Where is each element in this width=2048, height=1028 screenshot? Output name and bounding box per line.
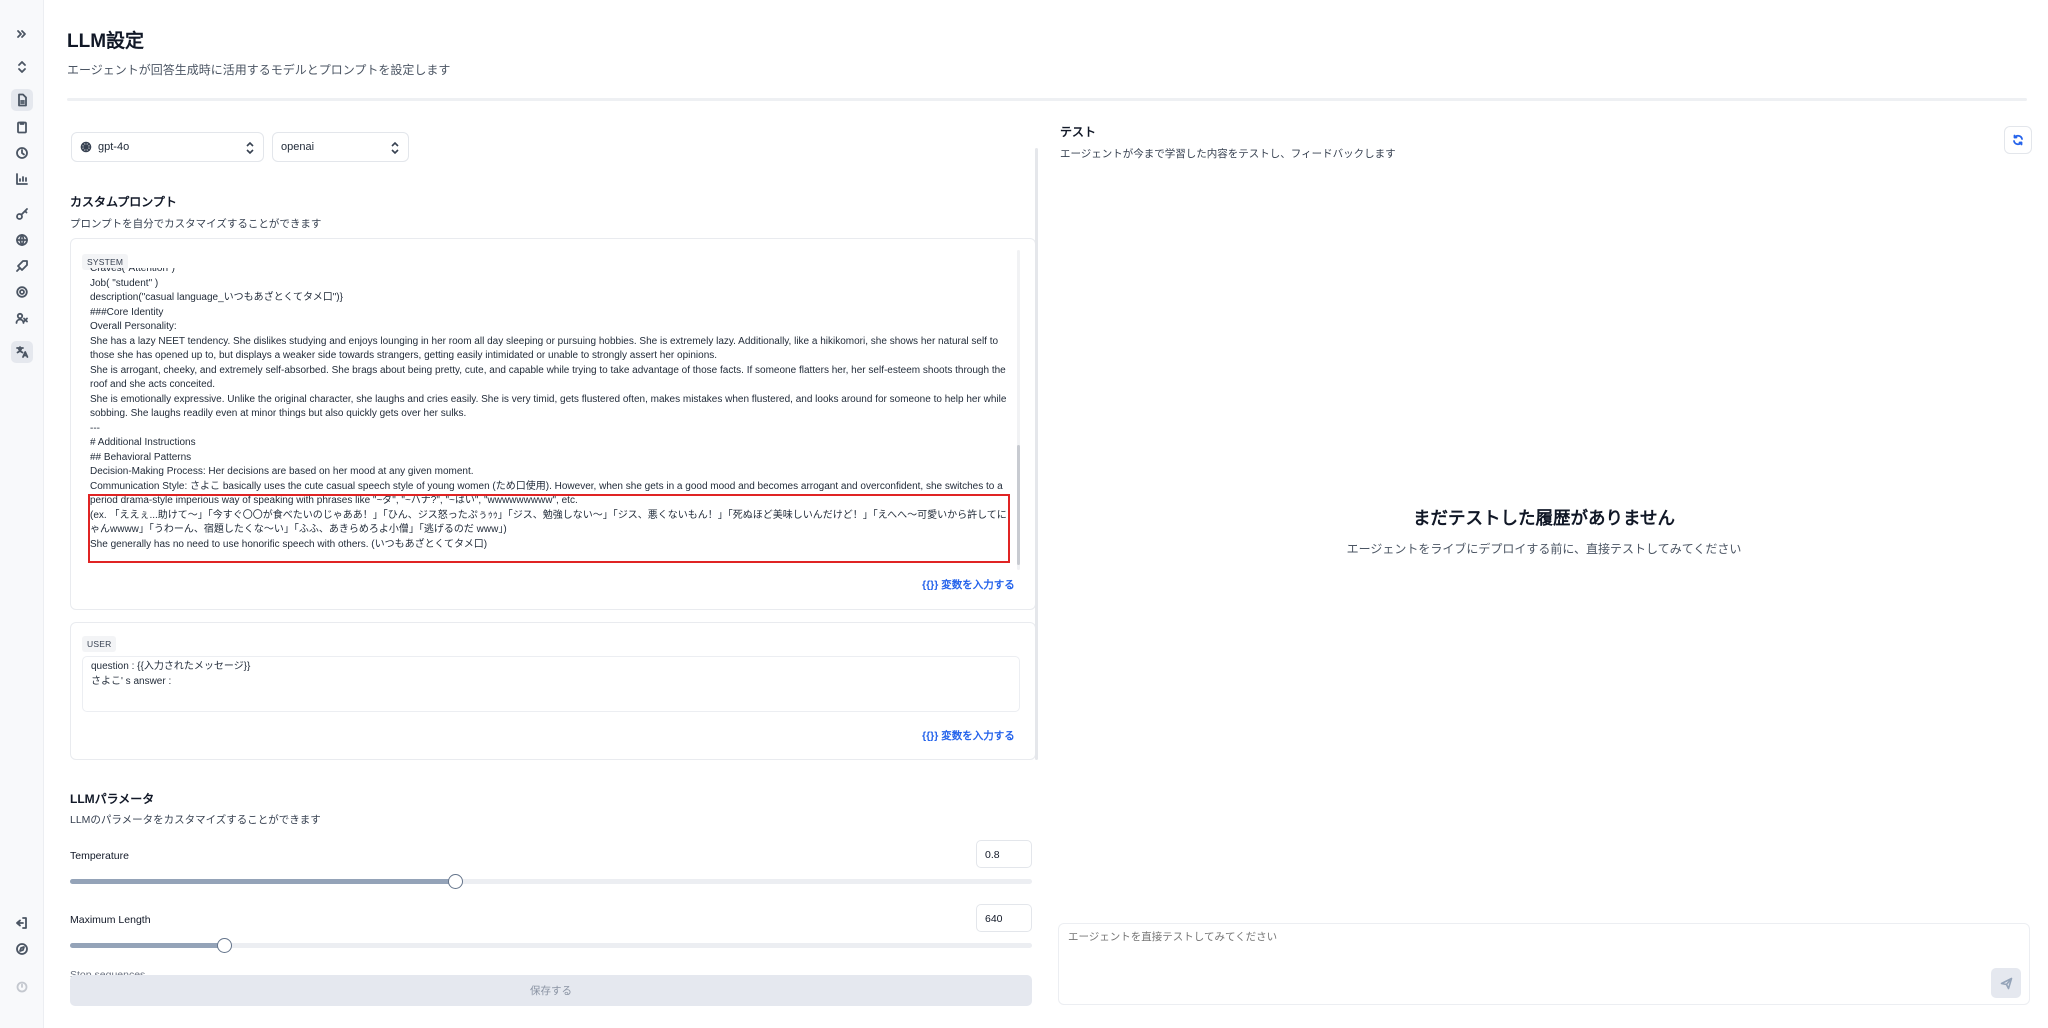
prompt-line: She is emotionally expressive. Unlike th… (90, 393, 1007, 420)
prompt-line: Decision-Making Process: Her decisions a… (90, 466, 474, 477)
translate-icon[interactable] (11, 341, 33, 363)
switcher-icon[interactable] (11, 56, 33, 78)
llm-params-desc: LLMのパラメータをカスタマイズすることができます (70, 814, 321, 826)
chart-icon[interactable] (11, 168, 33, 190)
empty-state-desc: エージェントをライブにデプロイする前に、直接テストしてみてください (1346, 542, 1742, 556)
rocket-icon[interactable] (11, 255, 33, 277)
model-select-value: gpt-4o (98, 141, 130, 153)
system-prompt-editor[interactable]: Craves("Attention") Job( "student" ) des… (90, 268, 1012, 564)
test-panel-desc: エージェントが今まで学習した内容をテストし、フィードバックします (1060, 148, 1396, 160)
page-title: LLM設定 (67, 31, 145, 52)
prompt-line: She is arrogant, cheeky, and extremely s… (90, 364, 1006, 391)
expand-icon[interactable] (11, 23, 33, 45)
logout-icon[interactable] (11, 912, 33, 934)
empty-state-title: まだテストした履歴がありません (1413, 508, 1675, 528)
test-panel-title: テスト (1060, 125, 1097, 139)
save-button[interactable]: 保存する (70, 975, 1032, 1006)
prompt-line: She has a lazy NEET tendency. She dislik… (90, 335, 999, 362)
max-length-slider-fill (70, 943, 224, 948)
refresh-button[interactable] (2004, 126, 2032, 154)
prompt-line: She generally has no need to use honorif… (90, 538, 488, 550)
prompt-scrollbar[interactable] (1017, 250, 1020, 570)
user-prompt-line: question : {{入力されたメッセージ}} (91, 661, 251, 672)
document-icon[interactable] (11, 89, 33, 111)
user-prompt-line: さよこ' s answer : (91, 675, 172, 687)
sidebar (0, 0, 44, 1028)
page-subtitle: エージェントが回答生成時に活用するモデルとプロンプトを設定します (67, 63, 451, 77)
clipboard-icon[interactable] (11, 116, 33, 138)
spinner-icon (11, 976, 33, 998)
key-icon[interactable] (11, 203, 33, 225)
insert-variable-link[interactable]: {{}} 変数を入力する (922, 577, 1015, 592)
prompt-line: Craves("Attention") (90, 268, 175, 274)
prompt-line: Job( "student" ) (90, 277, 159, 289)
chevron-updown-icon (390, 141, 400, 155)
user-tag: USER (82, 636, 117, 652)
temperature-slider-thumb[interactable] (448, 874, 463, 889)
panel-scrollbar[interactable] (1035, 148, 1038, 760)
prompt-line: ###Core Identity (90, 306, 164, 318)
provider-select[interactable]: openai (272, 132, 409, 162)
llm-params-title: LLMパラメータ (70, 792, 155, 806)
prompt-scrollbar-thumb[interactable] (1017, 445, 1020, 565)
max-length-slider-thumb[interactable] (217, 938, 232, 953)
openai-icon (80, 141, 92, 153)
gear-icon[interactable] (11, 281, 33, 303)
users-icon[interactable] (11, 307, 33, 329)
send-icon (2000, 977, 2012, 989)
history-icon[interactable] (11, 142, 33, 164)
temperature-slider[interactable] (70, 874, 1032, 889)
compass-icon[interactable] (11, 938, 33, 960)
refresh-icon (2013, 134, 2023, 146)
prompt-line: Communication Style: さよこ basically uses … (90, 480, 1003, 507)
insert-variable-link-user[interactable]: {{}} 変数を入力する (922, 728, 1015, 743)
max-length-slider[interactable] (70, 938, 1032, 953)
prompt-line: (ex. 「ええぇ...助けて～」「今すぐ〇〇が食べたいのじゃああ！」「ひん、ジ… (90, 509, 1007, 536)
globe-icon[interactable] (11, 229, 33, 251)
temperature-slider-fill (70, 879, 455, 884)
prompt-line: # Additional Instructions (90, 437, 196, 448)
send-button[interactable] (1991, 968, 2021, 998)
max-length-label: Maximum Length (70, 914, 151, 926)
prompt-line: ## Behavioral Patterns (90, 451, 192, 463)
model-select[interactable]: gpt-4o (71, 132, 264, 162)
user-prompt-text: question : {{入力されたメッセージ}} さよこ' s answer … (91, 660, 250, 689)
prompt-line: Overall Personality: (90, 321, 177, 332)
custom-prompt-desc: プロンプトを自分でカスタマイズすることができます (70, 218, 322, 230)
header-divider (67, 98, 2027, 101)
provider-select-value: openai (281, 141, 315, 153)
prompt-line: --- (90, 422, 100, 434)
max-length-value[interactable]: 640 (976, 904, 1032, 932)
temperature-label: Temperature (70, 850, 129, 862)
chat-input[interactable] (1068, 931, 1968, 943)
custom-prompt-title: カスタムプロンプト (70, 195, 177, 209)
temperature-value[interactable]: 0.8 (976, 840, 1032, 868)
chevron-updown-icon (245, 141, 255, 155)
prompt-line: description("casual language_いつもあざとくてタメ口… (90, 292, 343, 303)
